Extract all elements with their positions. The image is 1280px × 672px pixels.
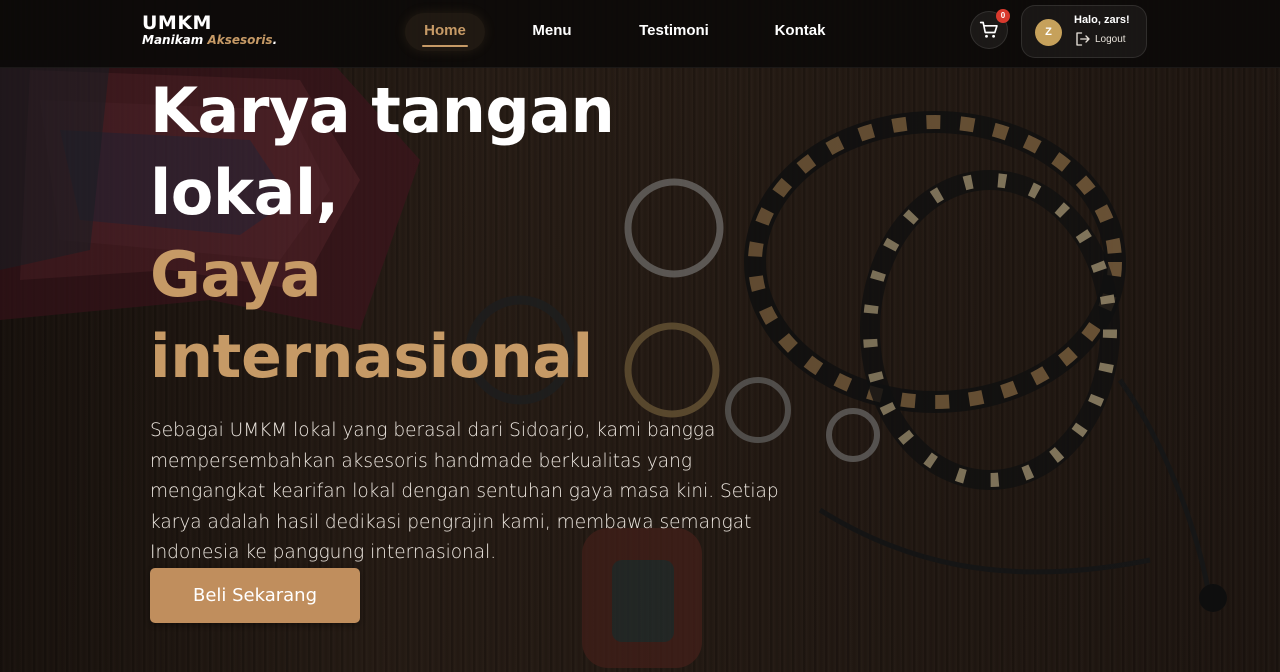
brand-subtitle-main: Manikam	[142, 33, 204, 47]
headline-line-4: internasional	[150, 322, 593, 392]
cart-icon	[979, 21, 998, 38]
user-greeting: Halo, zars!	[1074, 14, 1130, 26]
brand-subtitle-accent: Aksesoris	[207, 33, 273, 47]
avatar: Z	[1035, 19, 1062, 46]
brand-subtitle-dot: .	[272, 33, 278, 47]
brand-subtitle: Manikam Aksesoris.	[142, 33, 277, 48]
nav-testimoni[interactable]: Testimoni	[625, 13, 723, 51]
navbar: UMKM Manikam Aksesoris. Home Menu Testim…	[0, 0, 1280, 68]
headline-line-2: lokal,	[150, 156, 339, 229]
brand-title: UMKM	[142, 12, 212, 34]
nav-kontak[interactable]: Kontak	[763, 13, 837, 51]
logout-button[interactable]: Logout	[1074, 30, 1126, 48]
headline-line-1: Karya tangan	[150, 74, 615, 147]
hero-headline: Karya tangan lokal, Gaya internasional	[150, 70, 850, 398]
buy-now-button[interactable]: Beli Sekarang	[150, 568, 360, 623]
brand-logo[interactable]: UMKM Manikam Aksesoris.	[142, 13, 277, 48]
logout-icon	[1076, 32, 1090, 46]
cart-button[interactable]: 0	[970, 9, 1010, 49]
logout-label: Logout	[1095, 33, 1126, 45]
headline-line-3: Gaya	[150, 238, 322, 311]
nav-home[interactable]: Home	[405, 13, 485, 51]
hero-section: Karya tangan lokal, Gaya internasional S…	[150, 68, 850, 623]
hero-description: Sebagai UMKM lokal yang berasal dari Sid…	[150, 420, 779, 563]
user-menu: Z Halo, zars! Logout	[1021, 5, 1147, 58]
nav-menu[interactable]: Menu	[517, 13, 587, 51]
cart-count-badge: 0	[996, 9, 1010, 23]
